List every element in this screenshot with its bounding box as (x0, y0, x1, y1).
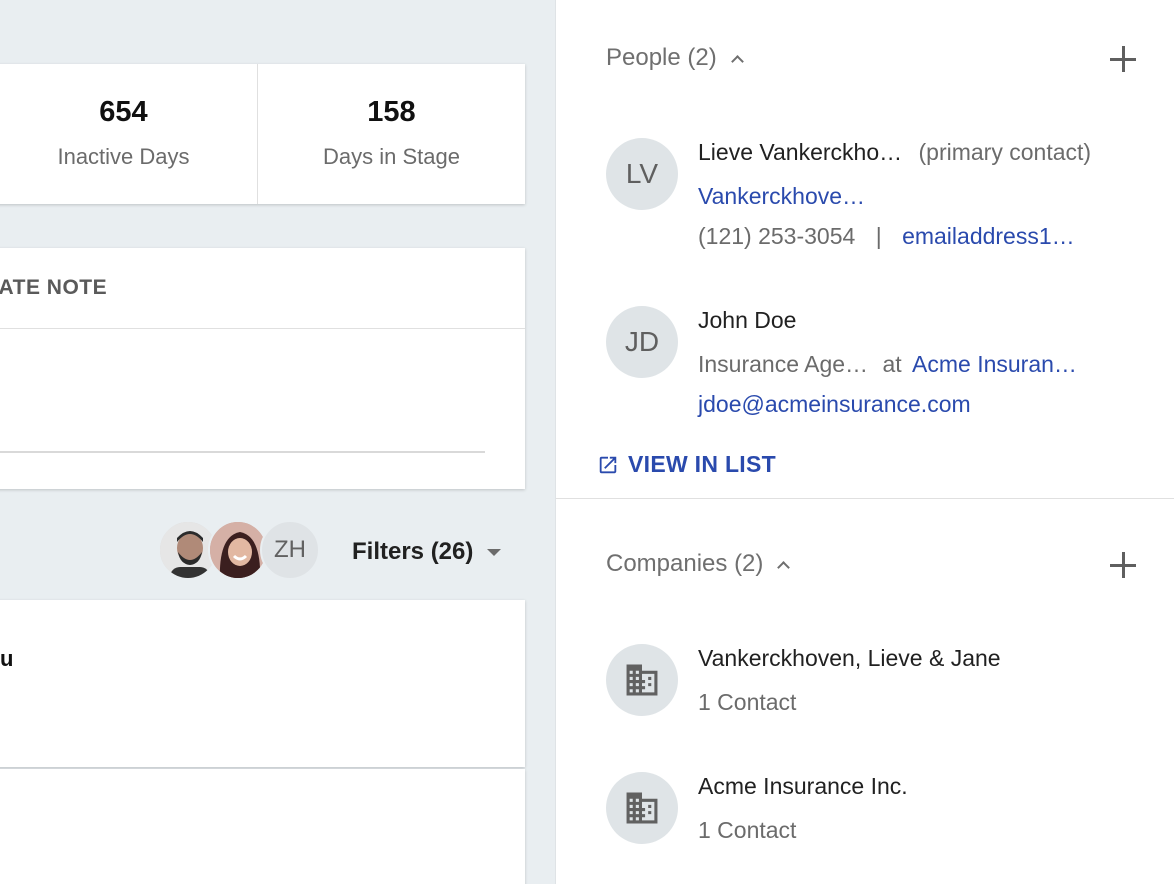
tab-create-note[interactable]: EATE NOTE (0, 248, 525, 329)
avatar[interactable] (208, 520, 268, 580)
people-section-toggle[interactable]: People (2) (606, 44, 744, 72)
filters-dropdown[interactable]: Filters (26) (352, 538, 502, 566)
avatar-initials: ZH (274, 536, 306, 563)
activity-card: u (0, 600, 525, 767)
contact-job-row: Insurance Age… at Acme Insuran… (698, 351, 1077, 378)
add-person-button[interactable] (1110, 46, 1136, 72)
separator: | (875, 223, 882, 249)
filters-bar: ZH Filters (26) (0, 518, 525, 580)
stat-label: Days in Stage (323, 144, 460, 169)
contact-name[interactable]: Lieve Vankerckho… (698, 139, 902, 165)
stats-card: 654 Inactive Days 158 Days in Stage (0, 64, 525, 204)
company-avatar[interactable] (606, 644, 678, 716)
view-in-list-label: VIEW IN LIST (628, 451, 776, 477)
contact-phone[interactable]: (121) 253-3054 (698, 223, 855, 249)
stat-value: 654 (99, 96, 148, 128)
company-name[interactable]: Vankerckhoven, Lieve & Jane (698, 645, 1001, 672)
company-name[interactable]: Acme Insurance Inc. (698, 773, 908, 800)
side-panel: People (2) LV Lieve Vankerckho… (primary… (555, 0, 1174, 884)
main-content: 654 Inactive Days 158 Days in Stage EATE… (0, 0, 555, 884)
people-section-title: People (2) (606, 44, 717, 71)
building-icon (626, 664, 658, 696)
company-contact-count: 1 Contact (698, 689, 797, 715)
companies-section-title: Companies (2) (606, 550, 764, 577)
avatar[interactable]: LV (606, 138, 678, 210)
contact-details-row: (121) 253-3054 | emailaddress1… (698, 223, 1075, 250)
caret-down-icon (487, 548, 502, 556)
open-in-new-icon (599, 456, 617, 473)
stat-inactive-days: 654 Inactive Days (0, 64, 257, 204)
avatar[interactable]: JD (606, 306, 678, 378)
contact-email-link[interactable]: jdoe@acmeinsurance.com (698, 391, 971, 418)
filters-label: Filters (26) (352, 538, 474, 565)
at-label: at (882, 351, 902, 377)
chevron-up-icon (777, 560, 791, 574)
company-contact-count: 1 Contact (698, 817, 797, 843)
contact-name-row: Lieve Vankerckho… (primary contact) (698, 139, 1091, 166)
avatar[interactable]: ZH (260, 520, 320, 580)
stat-value: 158 (367, 96, 416, 128)
avatar-initials: JD (624, 326, 660, 357)
note-card: EATE NOTE (0, 248, 525, 489)
view-in-list-button[interactable]: VIEW IN LIST (597, 451, 776, 478)
chevron-up-icon (730, 54, 744, 68)
create-note-label: EATE NOTE (0, 276, 108, 299)
section-divider (556, 498, 1174, 499)
building-icon (626, 792, 658, 824)
companies-section-toggle[interactable]: Companies (2) (606, 550, 791, 578)
note-input-underline (0, 451, 485, 453)
activity-card (0, 769, 525, 884)
contact-email-link[interactable]: emailaddress1… (902, 223, 1075, 249)
company-avatar[interactable] (606, 772, 678, 844)
contact-job-title: Insurance Age… (698, 351, 869, 377)
contact-company-link[interactable]: Acme Insuran… (912, 351, 1077, 377)
contact-company-link[interactable]: Vankerckhove… (698, 183, 865, 210)
avatar-initials: LV (625, 158, 659, 189)
add-company-button[interactable] (1110, 552, 1136, 578)
note-input[interactable] (0, 330, 485, 451)
contact-name[interactable]: John Doe (698, 307, 796, 334)
stat-days-in-stage: 158 Days in Stage (257, 64, 525, 204)
activity-title: u (0, 646, 14, 671)
primary-contact-label: (primary contact) (918, 139, 1092, 165)
stat-label: Inactive Days (57, 144, 190, 169)
